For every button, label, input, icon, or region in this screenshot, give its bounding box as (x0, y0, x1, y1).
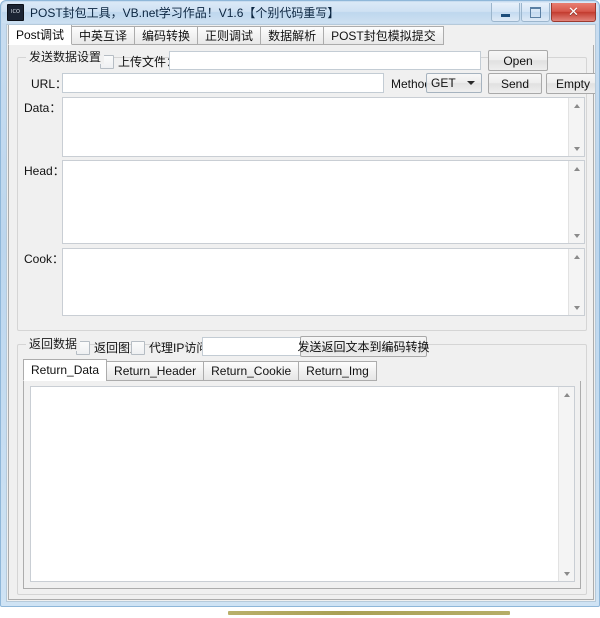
maximize-button[interactable] (521, 3, 550, 22)
tab-post-debug[interactable]: Post调试 (8, 25, 73, 45)
send-data-settings-title: 发送数据设置 (26, 50, 105, 64)
window-controls: ✕ (490, 3, 596, 22)
send-data-settings-group: 发送数据设置 上传文件： Open URL： Method： GET Send … (17, 50, 595, 331)
return-data-textarea[interactable] (31, 387, 560, 581)
return-data-group: 返回数据 返回图片 代理IP访问： 发送返回文本到编码转换 Return_Dat… (17, 336, 587, 595)
tab-post-simulate-submit[interactable]: POST封包模拟提交 (323, 26, 444, 45)
send-return-text-to-encoder-button[interactable]: 发送返回文本到编码转换 (298, 336, 430, 357)
send-button[interactable]: Send (488, 73, 542, 94)
scroll-up-icon[interactable] (569, 98, 585, 113)
tab-page-post-debug: 发送数据设置 上传文件： Open URL： Method： GET Send … (8, 45, 595, 600)
scroll-up-icon[interactable] (559, 387, 575, 402)
proxy-ip-input[interactable] (202, 337, 305, 356)
data-textarea-wrapper (62, 97, 585, 157)
return-tab-data[interactable]: Return_Data (23, 359, 108, 381)
scroll-down-icon[interactable] (569, 300, 585, 315)
url-input[interactable] (62, 73, 384, 93)
title-bar[interactable]: ICO POST封包工具，VB.net学习作品！V1.6【个别代码重写】 ✕ (2, 2, 598, 23)
cook-textarea-wrapper (62, 248, 585, 316)
return-data-title: 返回数据 (26, 337, 81, 351)
cook-scrollbar[interactable] (568, 249, 584, 315)
taskbar-band (228, 611, 510, 615)
return-tab-label: Return_Cookie (211, 364, 292, 378)
return-tab-img[interactable]: Return_Img (298, 361, 377, 381)
head-textarea[interactable] (63, 161, 570, 243)
app-icon-label: ICO (11, 9, 20, 15)
minimize-button[interactable] (491, 3, 520, 22)
cook-textarea[interactable] (63, 249, 570, 315)
chevron-down-icon (467, 81, 475, 85)
method-selected-value: GET (431, 76, 456, 90)
minimize-icon (501, 13, 510, 17)
scroll-up-icon[interactable] (569, 249, 585, 264)
return-tab-cookie[interactable]: Return_Cookie (203, 361, 300, 381)
tab-label: 中英互译 (79, 29, 128, 43)
data-textarea[interactable] (63, 98, 570, 156)
scroll-up-icon[interactable] (569, 161, 585, 176)
tab-data-parse[interactable]: 数据解析 (260, 26, 325, 45)
data-label: Data： (24, 101, 62, 115)
tab-label: POST封包模拟提交 (331, 29, 436, 43)
empty-button[interactable]: Empty (546, 73, 595, 94)
application-window-root: ICO POST封包工具，VB.net学习作品！V1.6【个别代码重写】 ✕ P… (0, 0, 600, 618)
window-title: POST封包工具，VB.net学习作品！V1.6【个别代码重写】 (30, 6, 340, 20)
data-scrollbar[interactable] (568, 98, 584, 156)
head-label: Head： (24, 164, 65, 178)
return-tab-page-data (23, 381, 581, 589)
return-data-textarea-wrapper (30, 386, 575, 582)
return-tab-label: Return_Data (31, 363, 100, 377)
tab-cn-en-translate[interactable]: 中英互译 (71, 26, 136, 45)
head-textarea-wrapper (62, 160, 585, 244)
head-scrollbar[interactable] (568, 161, 584, 243)
tab-regex-debug[interactable]: 正则调试 (197, 26, 262, 45)
app-icon: ICO (7, 4, 24, 21)
close-button[interactable]: ✕ (551, 3, 596, 22)
cook-label: Cook： (24, 252, 65, 266)
close-icon: ✕ (568, 4, 579, 20)
tab-label: Post调试 (16, 28, 65, 42)
return-tabstrip: Return_Data Return_Header Return_Cookie … (23, 359, 581, 382)
window-frame: ICO POST封包工具，VB.net学习作品！V1.6【个别代码重写】 ✕ P… (0, 0, 600, 607)
tab-label: 正则调试 (205, 29, 254, 43)
return-tab-label: Return_Img (306, 364, 369, 378)
scroll-down-icon[interactable] (569, 228, 585, 243)
tab-label: 编码转换 (142, 29, 191, 43)
return-tab-header[interactable]: Return_Header (106, 361, 205, 381)
scroll-down-icon[interactable] (559, 566, 575, 581)
return-data-scrollbar[interactable] (558, 387, 574, 581)
tab-encoding-convert[interactable]: 编码转换 (134, 26, 199, 45)
maximize-icon (530, 6, 541, 18)
open-button[interactable]: Open (488, 50, 548, 71)
scroll-down-icon[interactable] (569, 141, 585, 156)
upload-file-path-input[interactable] (169, 51, 481, 70)
return-tab-label: Return_Header (114, 364, 197, 378)
desktop-background-sliver (0, 607, 600, 618)
method-select[interactable]: GET (426, 73, 482, 93)
upload-file-checkbox[interactable]: 上传文件： (100, 53, 178, 70)
tab-label: 数据解析 (268, 29, 317, 43)
checkbox-box-icon (131, 340, 145, 355)
client-area: Post调试 中英互译 编码转换 正则调试 数据解析 POST封包模拟提交 发送… (6, 24, 596, 602)
main-tabstrip: Post调试 中英互译 编码转换 正则调试 数据解析 POST封包模拟提交 (8, 25, 594, 46)
